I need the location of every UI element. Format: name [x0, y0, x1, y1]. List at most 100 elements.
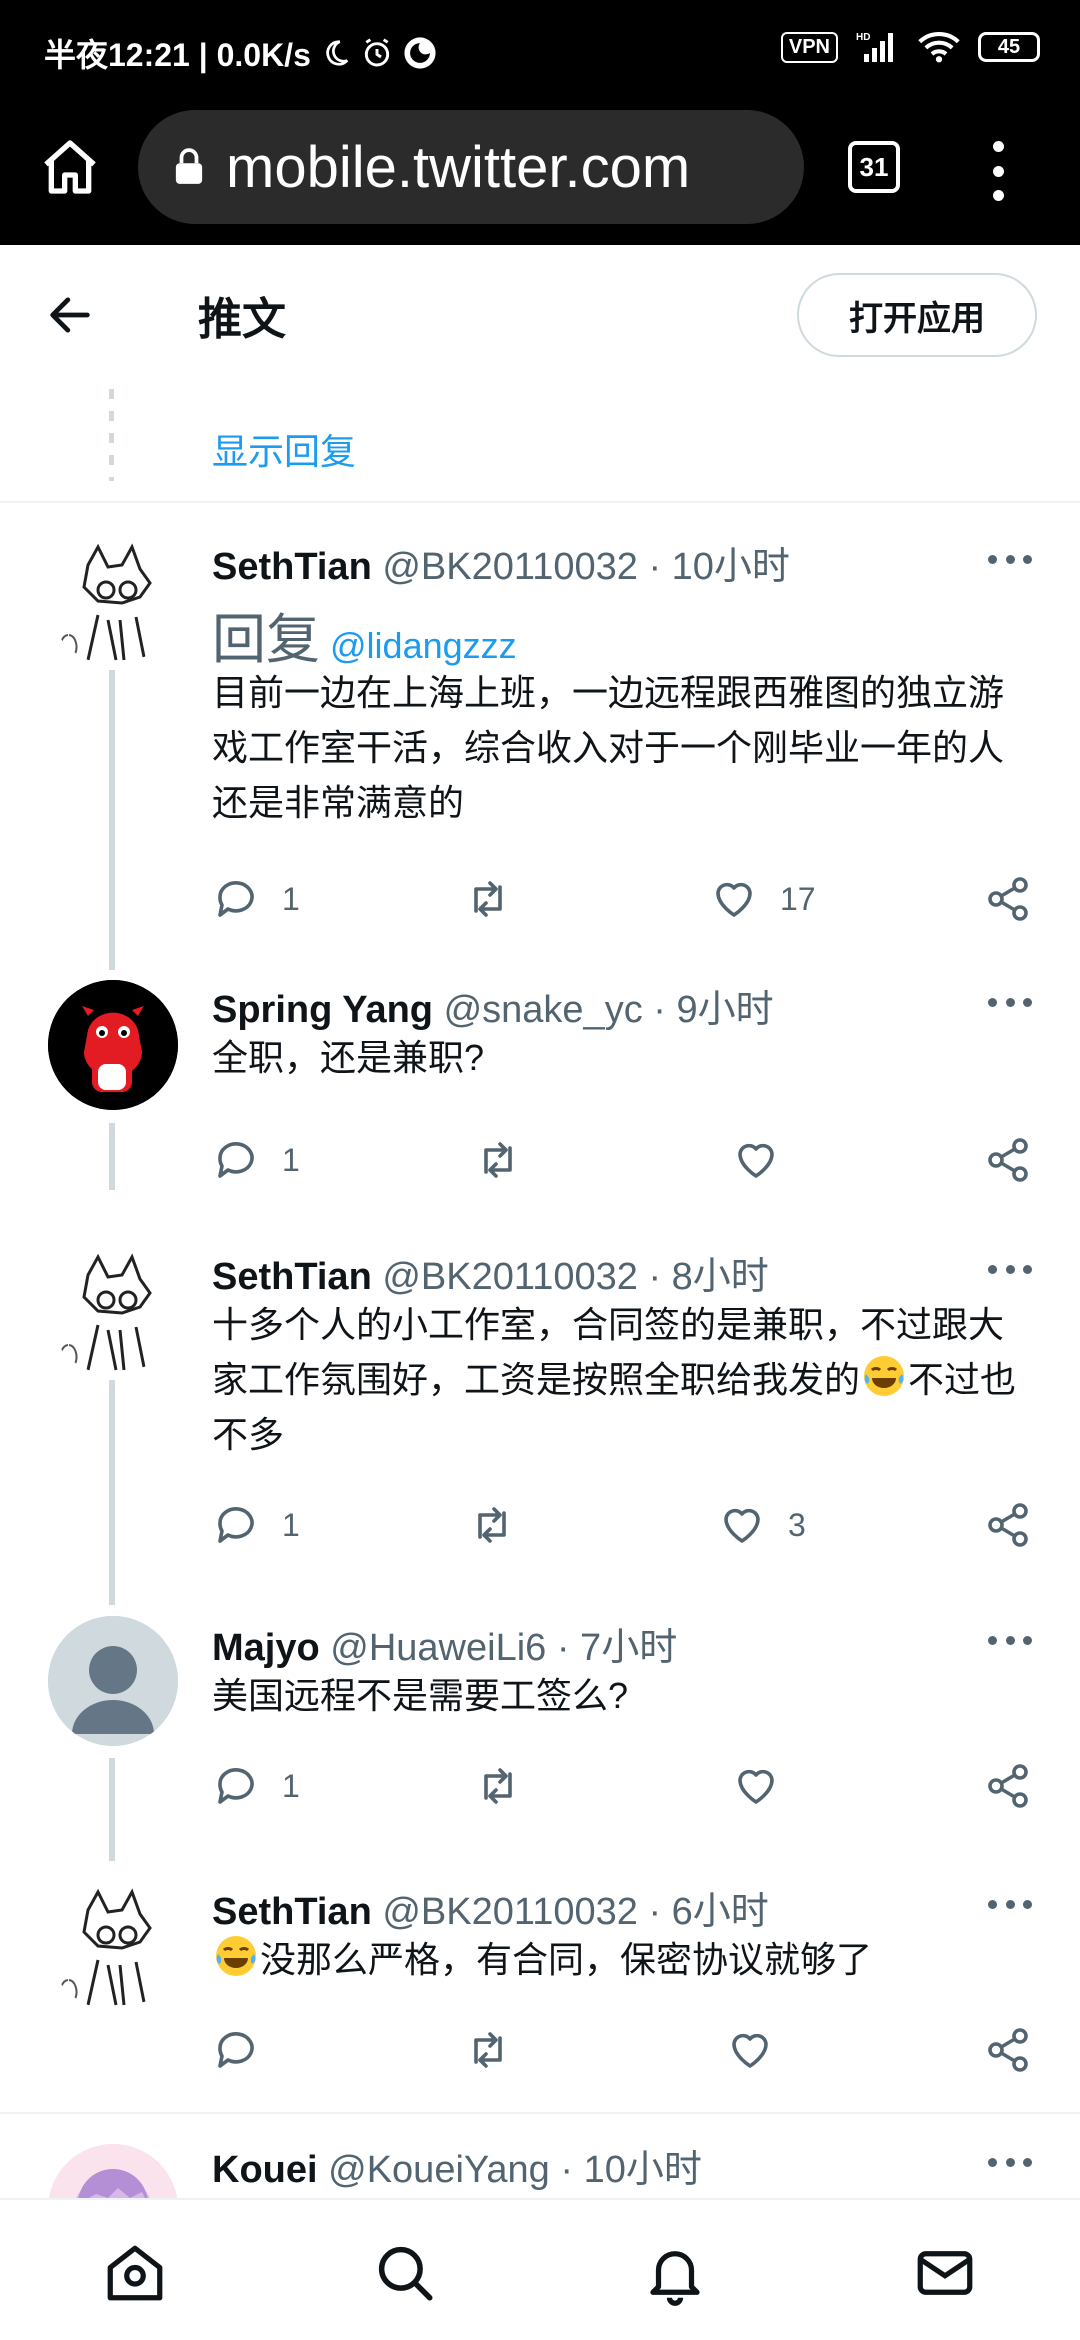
heart-icon [732, 2033, 768, 2068]
like-button[interactable]: 17 [710, 869, 816, 929]
search-icon[interactable] [372, 2240, 438, 2306]
reply-button[interactable]: 1 [212, 1756, 300, 1816]
heart-icon [738, 1143, 774, 1178]
tweet-item[interactable]: Kouei @KoueiYang · 10小时 [0, 2122, 1080, 2198]
reply-button[interactable]: 1 [212, 869, 300, 929]
back-arrow-icon[interactable] [44, 289, 96, 341]
reply-label: 回复 [212, 610, 320, 670]
tweet-text: 美国远程不是需要工签么? [212, 1675, 629, 1716]
tab-switcher-button[interactable]: 31 [848, 141, 900, 193]
alarm-icon [364, 38, 390, 67]
share-button[interactable] [984, 1130, 1032, 1190]
user-handle[interactable]: @BK20110032 [382, 1891, 638, 1933]
thread-line [109, 1758, 115, 1861]
tweet-header: SethTian @BK20110032 · 8小时 [212, 1245, 769, 1300]
tweet-actions [212, 2020, 1040, 2080]
status-time-speed: 半夜12:21 | 0.0K/s [44, 37, 311, 73]
share-button[interactable] [984, 1756, 1032, 1816]
more-options-icon[interactable] [988, 998, 1032, 1010]
more-options-icon[interactable] [988, 1900, 1032, 1912]
browser-home-icon[interactable] [38, 135, 102, 199]
share-icon [988, 1503, 1028, 1547]
like-count: 17 [780, 880, 816, 917]
retweet-button[interactable] [464, 2020, 534, 2080]
display-name[interactable]: Majyo [212, 1627, 320, 1669]
user-handle[interactable]: @KoueiYang [328, 2149, 550, 2191]
retweet-button[interactable] [468, 1495, 538, 1555]
like-button[interactable] [732, 1756, 802, 1816]
like-button[interactable] [726, 2020, 796, 2080]
tweet-time: · 10小时 [560, 2149, 702, 2191]
tears-of-joy-emoji-icon [864, 1356, 905, 1396]
thread-dotted-line [109, 389, 114, 481]
like-button[interactable] [732, 1130, 802, 1190]
address-bar[interactable]: mobile.twitter.com [138, 110, 804, 224]
share-button[interactable] [984, 1495, 1032, 1555]
tweet-item[interactable]: Spring Yang @snake_yc · 9小时 全职，还是兼职? 1 [0, 958, 1080, 1218]
tweet-header: Majyo @HuaweiLi6 · 7小时 [212, 1616, 677, 1671]
more-options-icon[interactable] [988, 1636, 1032, 1648]
avatar[interactable] [48, 1616, 178, 1746]
tweet-actions: 1 [212, 1130, 1040, 1190]
status-bar: 半夜12:21 | 0.0K/s VPN HD 45 [0, 0, 1080, 105]
reply-to-line: 回复 @lidangzzz [212, 595, 517, 674]
avatar[interactable] [48, 535, 178, 665]
tweet-item[interactable]: SethTian @BK20110032 · 10小时 回复 @lidangzz… [0, 515, 1080, 970]
avatar[interactable] [48, 1245, 178, 1375]
share-icon [988, 1138, 1028, 1182]
like-button[interactable]: 3 [718, 1495, 806, 1555]
thread-line [109, 670, 115, 970]
tears-of-joy-emoji-icon [216, 1936, 256, 1976]
display-name[interactable]: SethTian [212, 546, 372, 588]
share-icon [988, 2028, 1028, 2072]
share-button[interactable] [984, 869, 1032, 929]
show-replies-row[interactable]: 显示回复 [0, 385, 1080, 503]
reply-button[interactable] [212, 2020, 282, 2080]
avatar[interactable] [48, 1880, 178, 2010]
user-handle[interactable]: @HuaweiLi6 [330, 1627, 546, 1669]
display-name[interactable]: Spring Yang [212, 989, 433, 1031]
reply-count: 1 [282, 1141, 300, 1178]
tweet-text: 全职，还是兼职? [212, 1037, 485, 1078]
tweet-text: 十多个人的小工作室，合同签的是兼职，不过跟大家工作氛围好，工资是按照全职给我发的… [212, 1297, 1032, 1462]
reply-button[interactable]: 1 [212, 1130, 300, 1190]
retweet-button[interactable] [464, 869, 534, 929]
share-button[interactable] [984, 2020, 1032, 2080]
display-name[interactable]: SethTian [212, 1891, 372, 1933]
user-handle[interactable]: @snake_yc [444, 989, 643, 1031]
avatar[interactable] [48, 2144, 178, 2198]
more-options-icon[interactable] [988, 2158, 1032, 2170]
avatar[interactable] [48, 980, 178, 1110]
home-icon[interactable] [102, 2240, 168, 2306]
retweet-button[interactable] [474, 1756, 544, 1816]
heart-icon [738, 1769, 774, 1804]
share-icon [988, 1764, 1028, 1808]
tweet-item[interactable]: SethTian @BK20110032 · 6小时 没那么严格，有合同，保密协… [0, 1860, 1080, 2112]
tweet-text: 没那么严格，有合同，保密协议就够了 [212, 1932, 1032, 1987]
messages-icon[interactable] [912, 2240, 978, 2306]
retweet-icon [474, 881, 502, 917]
tweet-item[interactable]: Majyo @HuaweiLi6 · 7小时 美国远程不是需要工签么? 1 [0, 1596, 1080, 1861]
mention-link[interactable]: @lidangzzz [330, 625, 517, 666]
tweet-time: · 8小时 [648, 1256, 769, 1298]
user-handle[interactable]: @BK20110032 [382, 546, 638, 588]
like-count: 3 [788, 1506, 806, 1543]
more-options-icon[interactable] [988, 555, 1032, 567]
tweet-item[interactable]: SethTian @BK20110032 · 8小时 十多个人的小工作室，合同签… [0, 1225, 1080, 1605]
heart-icon [716, 882, 752, 917]
display-name[interactable]: Kouei [212, 2149, 318, 2191]
notifications-icon[interactable] [642, 2240, 708, 2306]
browser-toolbar: mobile.twitter.com 31 [0, 105, 1080, 245]
user-handle[interactable]: @BK20110032 [382, 1256, 638, 1298]
more-options-icon[interactable] [988, 1265, 1032, 1277]
display-name[interactable]: SethTian [212, 1256, 372, 1298]
retweet-button[interactable] [474, 1130, 544, 1190]
tweet-actions: 1 3 [212, 1495, 1040, 1555]
tweet-header: SethTian @BK20110032 · 10小时 [212, 535, 790, 590]
show-replies-link[interactable]: 显示回复 [212, 423, 356, 475]
thread-line [109, 1123, 115, 1190]
browser-menu-icon[interactable] [988, 141, 1008, 201]
tweet-text: 目前一边在上海上班，一边远程跟西雅图的独立游戏工作室干活，综合收入对于一个刚毕业… [212, 672, 1005, 823]
reply-button[interactable]: 1 [212, 1495, 300, 1555]
open-app-button[interactable]: 打开应用 [797, 273, 1037, 357]
